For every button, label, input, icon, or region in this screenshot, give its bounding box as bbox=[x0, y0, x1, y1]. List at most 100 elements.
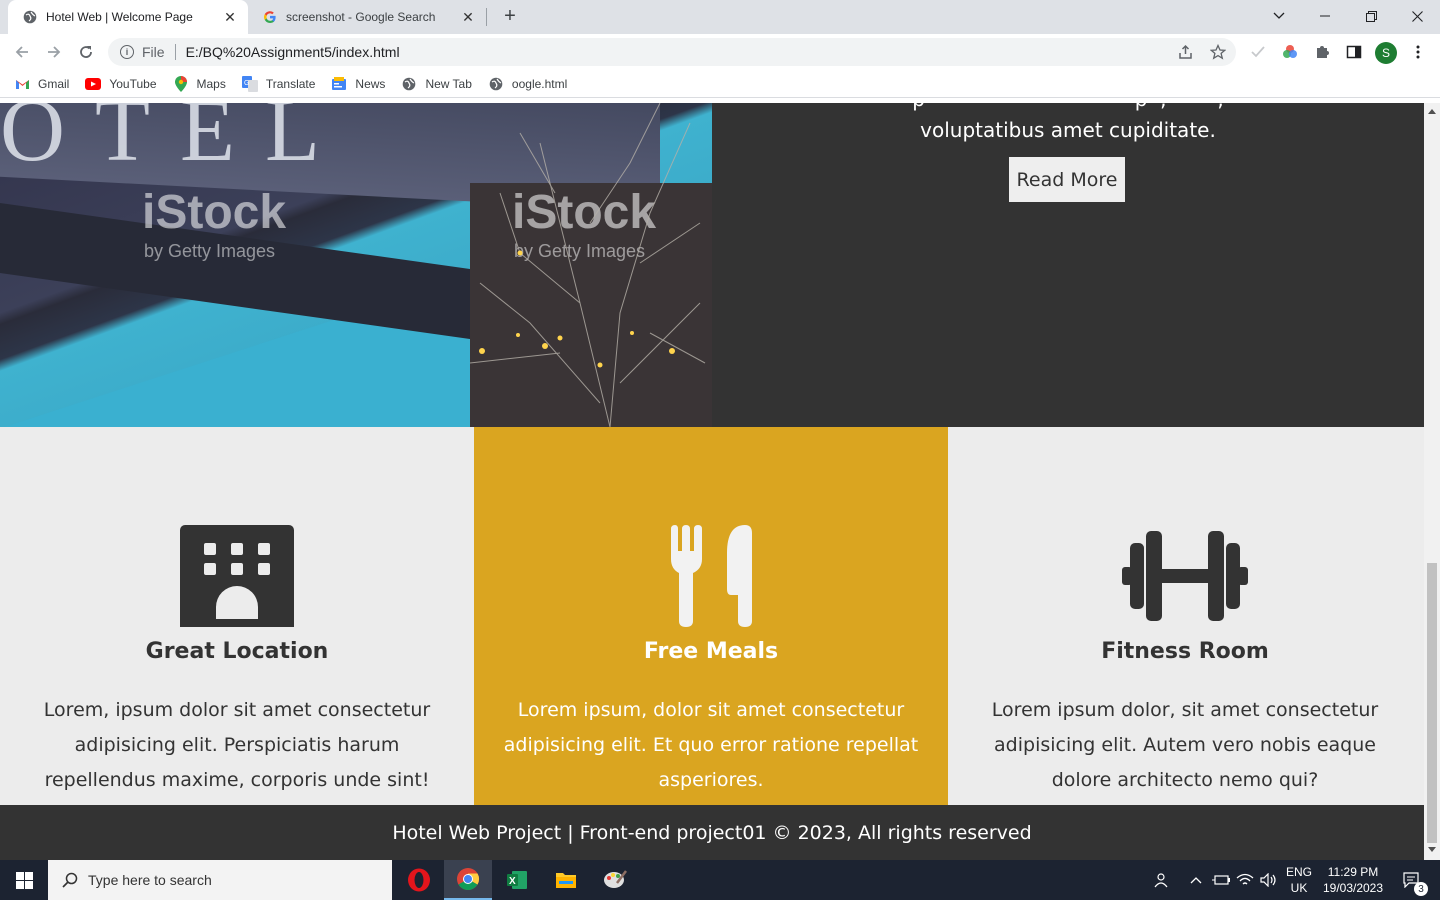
minimize-button[interactable] bbox=[1302, 0, 1348, 32]
taskbar-search-box[interactable]: Type here to search bbox=[48, 860, 392, 900]
chevron-up-icon[interactable] bbox=[1186, 860, 1206, 900]
hero-text-panel: p p , , voluptatibus amet cupiditate. Re… bbox=[712, 103, 1424, 427]
scroll-down-arrow-icon[interactable] bbox=[1428, 847, 1436, 852]
page-viewport: OTEL iStock by Getty Images iStock by Ge… bbox=[0, 103, 1424, 860]
feature-title: Free Meals bbox=[643, 639, 779, 664]
language-code: ENG bbox=[1285, 865, 1312, 879]
paint-icon bbox=[604, 870, 627, 888]
opera-icon bbox=[408, 868, 430, 892]
feature-card-location: Great Location Lorem, ipsum dolor sit am… bbox=[0, 427, 474, 805]
opera-taskbar-button[interactable] bbox=[395, 860, 443, 900]
page-footer: Hotel Web Project | Front-end project01 … bbox=[0, 805, 1424, 860]
bookmarks-bar: Gmail YouTube Maps G Translate News New … bbox=[0, 70, 1440, 98]
kebab-menu-icon[interactable] bbox=[1408, 42, 1428, 62]
read-more-button[interactable]: Read More bbox=[1009, 157, 1125, 202]
branches-decoration bbox=[469, 103, 706, 427]
tab-google-search[interactable]: screenshot - Google Search ✕ bbox=[250, 0, 486, 34]
browser-toolbar: i File E:/BQ%20Assignment5/index.html bbox=[0, 34, 1440, 70]
new-tab-button[interactable]: + bbox=[498, 4, 522, 28]
puzzle-icon[interactable] bbox=[1312, 42, 1332, 62]
close-icon[interactable]: ✕ bbox=[222, 9, 238, 26]
scroll-up-arrow-icon[interactable] bbox=[1428, 109, 1436, 114]
bookmark-maps[interactable]: Maps bbox=[173, 75, 226, 92]
bookmark-label: Gmail bbox=[38, 76, 70, 91]
bookmark-label: YouTube bbox=[109, 76, 157, 91]
tab-title: Hotel Web | Welcome Page bbox=[46, 10, 193, 24]
tab-search-chevron-icon[interactable] bbox=[1256, 0, 1302, 32]
feature-card-fitness: Fitness Room Lorem ipsum dolor, sit amet… bbox=[948, 427, 1422, 805]
windows-start-button[interactable] bbox=[0, 860, 48, 900]
tab-hotel-web[interactable]: Hotel Web | Welcome Page ✕ bbox=[8, 0, 248, 34]
reload-icon[interactable] bbox=[74, 40, 98, 64]
language-indicator[interactable]: ENG UK bbox=[1282, 860, 1316, 900]
url-text: E:/BQ%20Assignment5/index.html bbox=[185, 44, 400, 60]
page-scrollbar[interactable] bbox=[1424, 103, 1440, 860]
info-icon[interactable]: i bbox=[120, 45, 134, 59]
globe-icon bbox=[401, 76, 417, 92]
windows-logo-icon bbox=[15, 871, 33, 889]
hero-paragraph-cut: p p , , bbox=[712, 103, 1424, 111]
tab-separator bbox=[486, 8, 487, 26]
feature-title: Great Location bbox=[145, 639, 329, 664]
google-icon bbox=[262, 9, 278, 25]
bookmark-youtube[interactable]: YouTube bbox=[85, 76, 157, 92]
bookmark-label: News bbox=[355, 76, 386, 91]
bookmark-label: New Tab bbox=[425, 76, 472, 91]
feature-title: Fitness Room bbox=[1101, 639, 1269, 664]
hotel-sign-image: OTEL iStock by Getty Images iStock by Ge… bbox=[0, 103, 712, 427]
features-section: Great Location Lorem, ipsum dolor sit am… bbox=[0, 427, 1424, 805]
close-window-button[interactable] bbox=[1394, 0, 1440, 32]
forward-arrow-icon[interactable] bbox=[42, 40, 66, 64]
address-bar[interactable]: i File E:/BQ%20Assignment5/index.html bbox=[108, 38, 1236, 66]
svg-text:G: G bbox=[244, 80, 249, 87]
side-panel-icon[interactable] bbox=[1344, 42, 1364, 62]
notification-center-button[interactable]: 3 bbox=[1392, 860, 1432, 900]
utensils-icon bbox=[474, 523, 948, 633]
clock[interactable]: 11:29 PM 19/03/2023 bbox=[1318, 860, 1388, 900]
bookmark-oogle[interactable]: oogle.html bbox=[488, 76, 567, 92]
taskbar-search-placeholder: Type here to search bbox=[88, 872, 212, 888]
bookmark-new-tab[interactable]: New Tab bbox=[401, 76, 472, 92]
search-icon bbox=[62, 872, 78, 888]
excel-icon: X bbox=[507, 871, 527, 889]
people-icon[interactable] bbox=[1150, 860, 1174, 900]
dumbbell-icon bbox=[948, 523, 1422, 633]
close-icon[interactable]: ✕ bbox=[460, 9, 476, 26]
url-divider bbox=[174, 44, 176, 60]
tab-bar: Hotel Web | Welcome Page ✕ screenshot - … bbox=[0, 0, 1440, 34]
share-icon[interactable] bbox=[1176, 42, 1196, 62]
feature-card-meals: Free Meals Lorem ipsum, dolor sit amet c… bbox=[474, 427, 948, 805]
url-scheme: File bbox=[142, 44, 165, 60]
restore-button[interactable] bbox=[1348, 0, 1394, 32]
clock-date: 19/03/2023 bbox=[1322, 881, 1384, 895]
excel-taskbar-button[interactable]: X bbox=[493, 860, 541, 900]
wifi-icon[interactable] bbox=[1234, 860, 1256, 900]
youtube-icon bbox=[85, 76, 102, 92]
file-explorer-taskbar-button[interactable] bbox=[542, 860, 590, 900]
chrome-taskbar-button[interactable] bbox=[444, 860, 492, 900]
gmail-icon bbox=[14, 76, 30, 92]
back-arrow-icon[interactable] bbox=[10, 40, 34, 64]
bookmark-translate[interactable]: G Translate bbox=[241, 75, 316, 92]
profile-avatar[interactable]: S bbox=[1375, 42, 1397, 64]
svg-text:X: X bbox=[509, 876, 516, 887]
volume-icon[interactable] bbox=[1258, 860, 1280, 900]
battery-icon[interactable] bbox=[1210, 860, 1232, 900]
windows-taskbar: Type here to search X ENG UK 11:29 PM 19… bbox=[0, 860, 1440, 900]
notification-count-badge: 3 bbox=[1414, 882, 1428, 896]
feature-text: Lorem ipsum dolor, sit amet consectetur … bbox=[991, 699, 1379, 791]
bookmark-label: Translate bbox=[265, 76, 316, 91]
paint-taskbar-button[interactable] bbox=[591, 860, 639, 900]
color-extension-icon[interactable] bbox=[1280, 42, 1300, 62]
globe-icon bbox=[488, 76, 504, 92]
hero-paragraph: voluptatibus amet cupiditate. bbox=[920, 118, 1216, 142]
clock-time: 11:29 PM bbox=[1327, 865, 1379, 879]
bookmark-gmail[interactable]: Gmail bbox=[14, 76, 69, 92]
feature-text: Lorem ipsum, dolor sit amet consectetur … bbox=[503, 699, 919, 791]
star-icon[interactable] bbox=[1208, 42, 1228, 62]
check-extension-icon[interactable] bbox=[1248, 42, 1268, 62]
bookmark-label: oogle.html bbox=[511, 76, 568, 91]
scrollbar-thumb[interactable] bbox=[1427, 563, 1437, 843]
bookmark-news[interactable]: News bbox=[331, 76, 385, 92]
globe-icon bbox=[22, 9, 38, 25]
